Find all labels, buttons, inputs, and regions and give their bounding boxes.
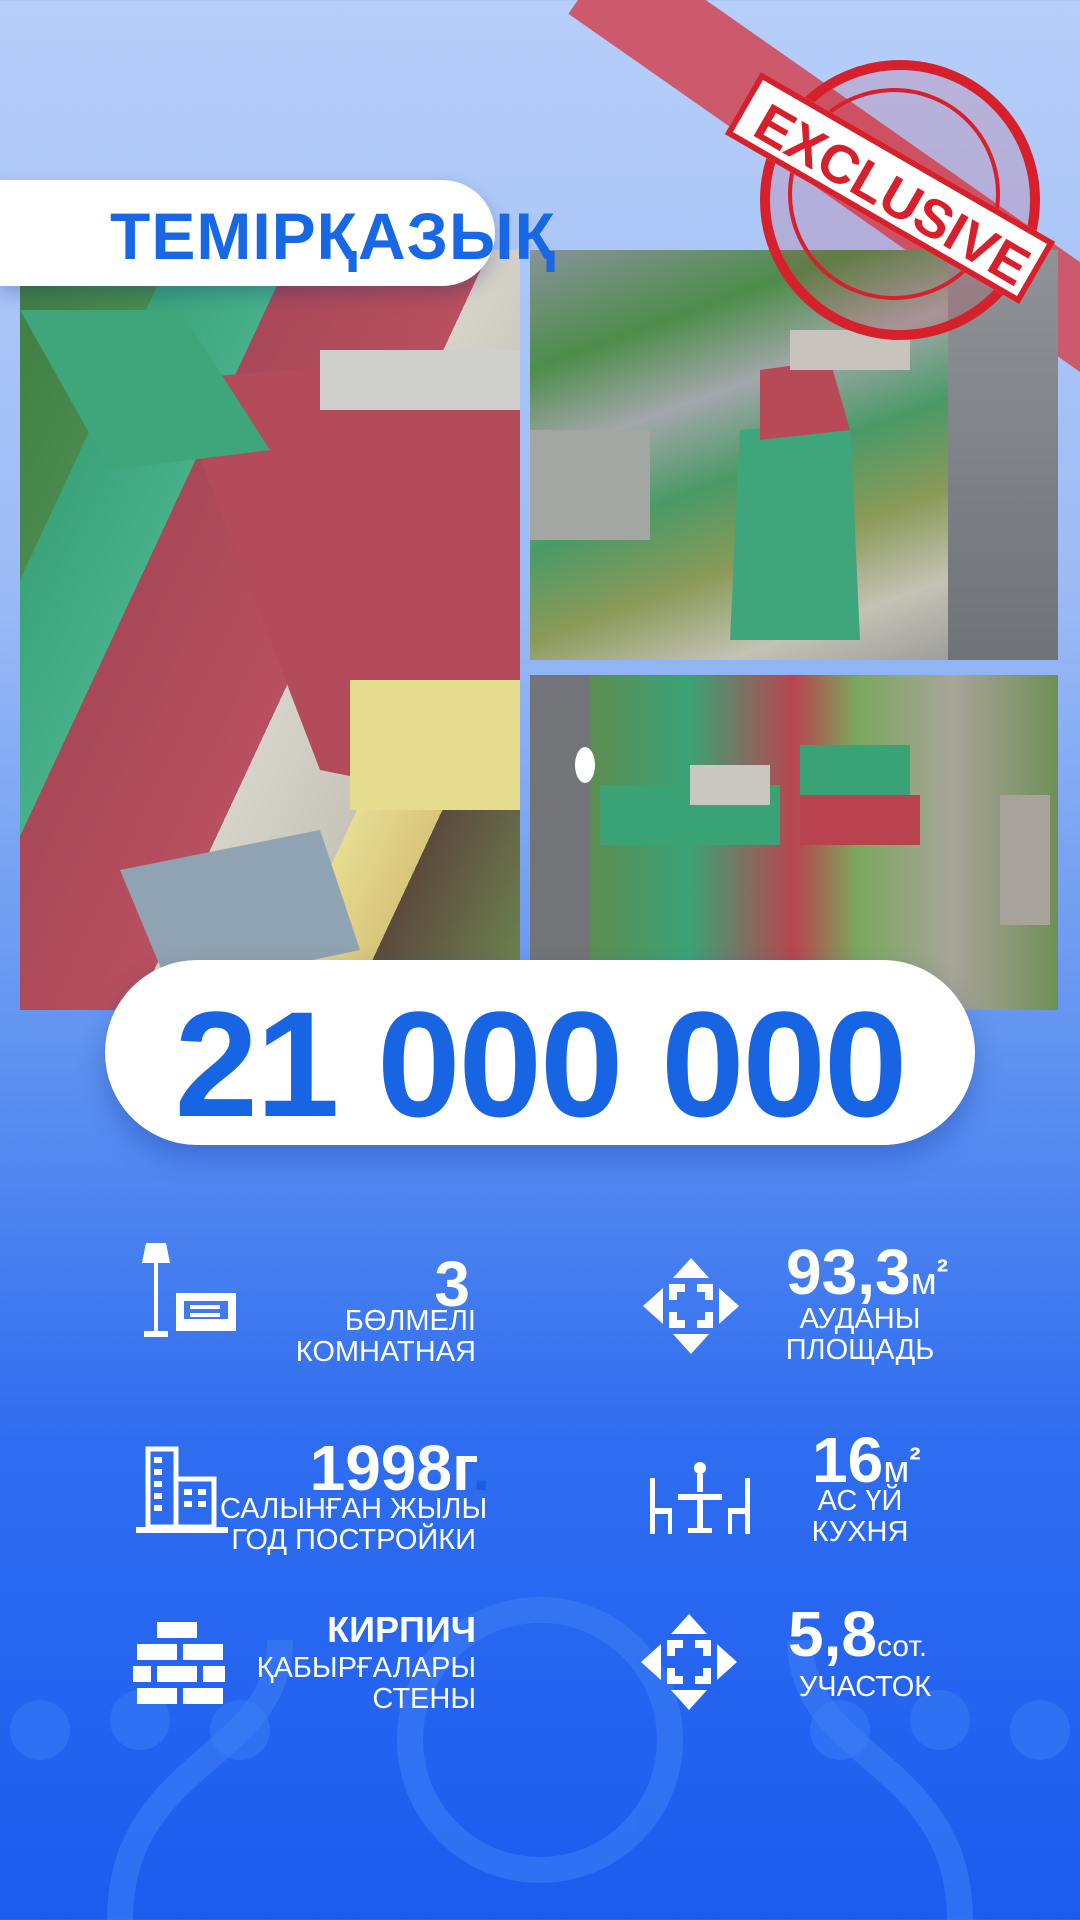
area-unit: м — [910, 1261, 937, 1303]
expand-arrows-icon — [641, 1614, 737, 1710]
plot-unit: сот. — [876, 1630, 928, 1663]
plot-value: 5,8 — [788, 1598, 877, 1670]
bricks-icon — [133, 1622, 225, 1704]
area-sup: ² — [936, 1253, 949, 1291]
location-title: ТЕМІРҚАЗЫҚ — [110, 199, 556, 273]
kitchen-sup: ² — [909, 1441, 921, 1479]
photo-house-closeup — [20, 250, 520, 1010]
expand-arrows-icon — [643, 1258, 739, 1354]
stamp-text: EXCLUSIVE — [744, 92, 1040, 298]
kitchen-label-ru: КУХНЯ — [811, 1516, 909, 1548]
year-value-wrap: 1998г. — [260, 1436, 490, 1500]
year-label-kz: САЛЫНҒАН ЖЫЛЫ — [220, 1493, 488, 1525]
walls-label-ru: СТЕНЫ — [372, 1683, 476, 1715]
plot-label: УЧАСТОК — [798, 1671, 932, 1703]
building-icon — [136, 1446, 228, 1533]
area-label-kz: АУДАНЫ — [799, 1303, 921, 1335]
stamp-label-wrap: EXCLUSIVE — [724, 60, 1056, 320]
rooms-label-kz: БӨЛМЕЛІ — [344, 1305, 476, 1337]
kitchen-label-kz: АС ҮЙ — [817, 1485, 903, 1517]
walls-value: КИРПИЧ — [327, 1609, 476, 1650]
rooms-label-ru: КОМНАТНАЯ — [295, 1336, 476, 1368]
walls-label-kz: ҚАБЫРҒАЛАРЫ — [256, 1652, 476, 1684]
area-value: 93,3 — [786, 1236, 911, 1308]
year-label-ru: ГОД ПОСТРОЙКИ — [231, 1524, 476, 1556]
area-label-ru: ПЛОЩАДЬ — [785, 1334, 935, 1366]
price-value: 21 000 000 — [174, 980, 908, 1148]
dining-table-icon — [650, 1462, 750, 1534]
plot-value-wrap: 5,8сот. — [788, 1602, 927, 1679]
